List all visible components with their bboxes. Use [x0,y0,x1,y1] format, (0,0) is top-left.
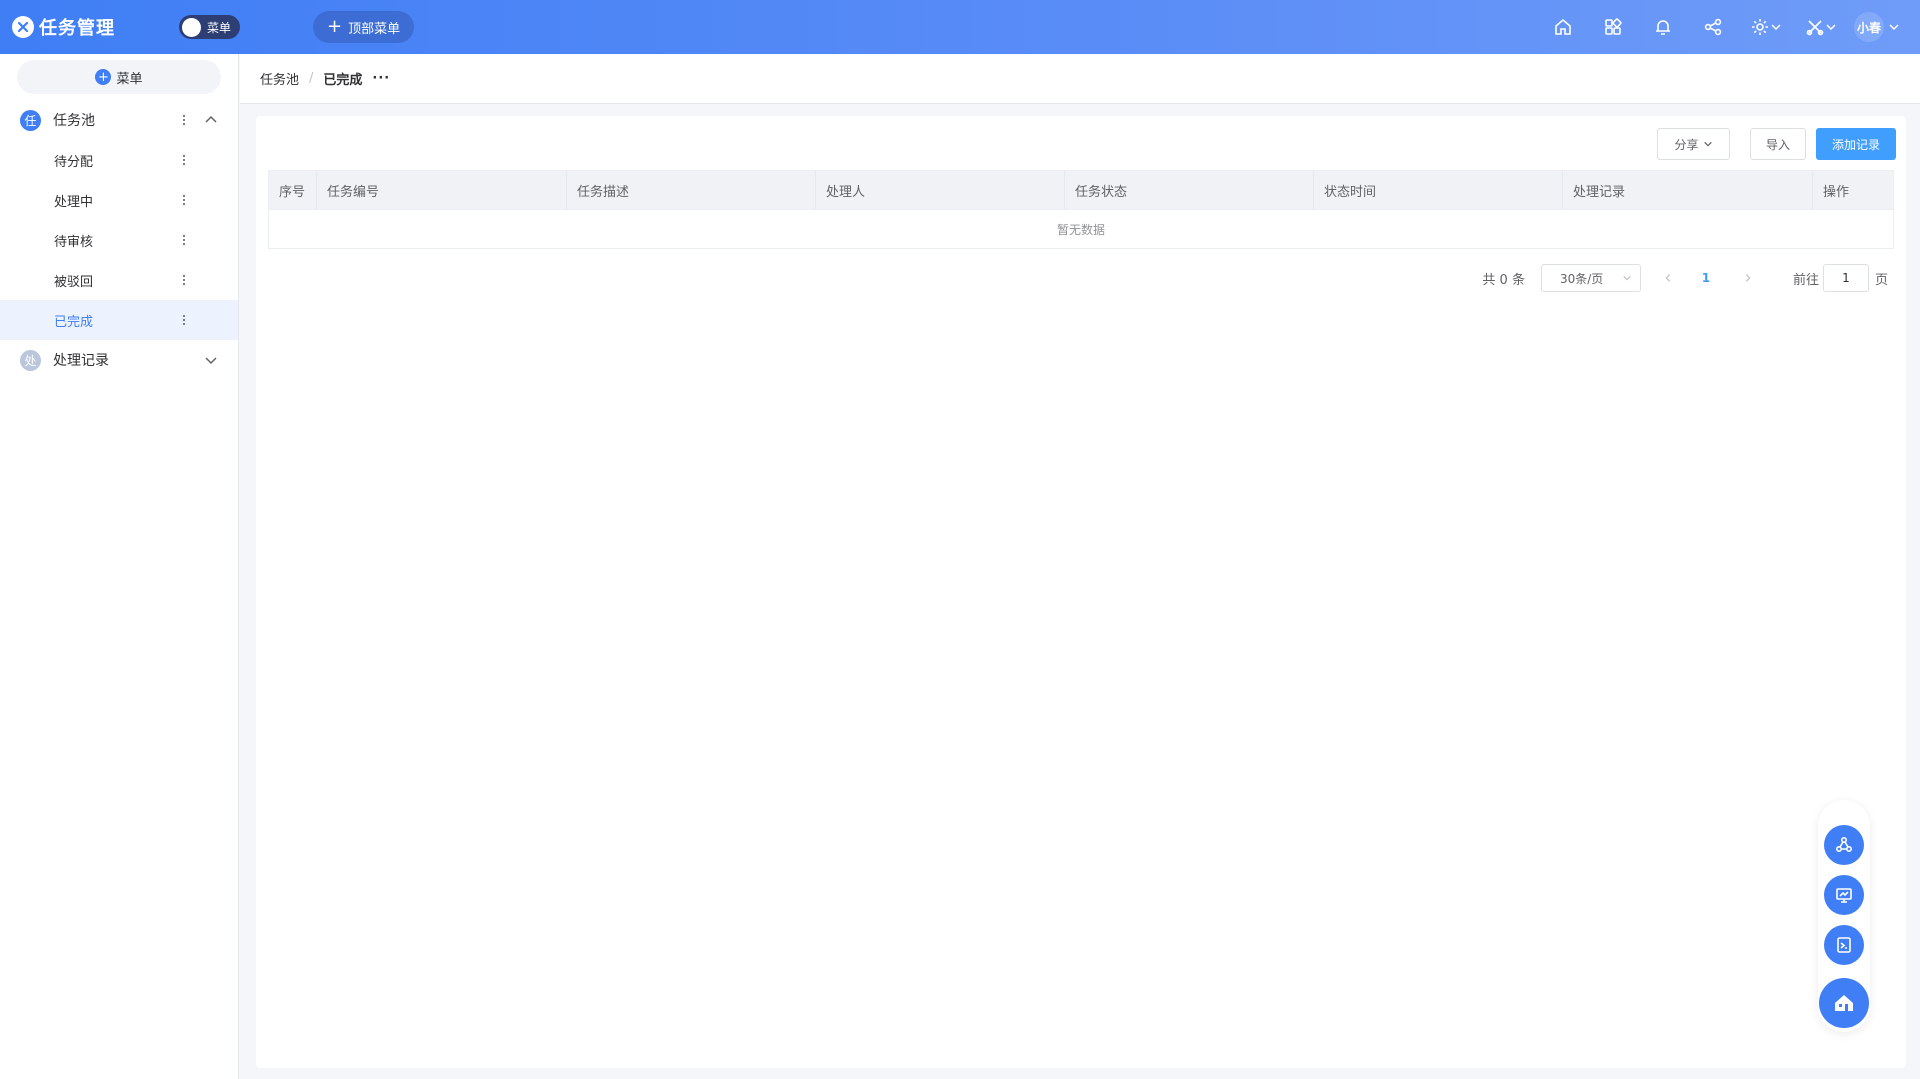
breadcrumb-more-button[interactable]: ··· [372,71,390,86]
column-header[interactable]: 序号 [269,171,317,209]
menu-toggle[interactable]: 菜单 [179,15,240,39]
goto-label: 前往 [1792,272,1819,288]
settings-menu[interactable] [1738,0,1793,54]
table-actions: 分享 导入 添加记录 [1637,128,1896,160]
page-number[interactable]: 1 [1691,271,1721,285]
tools-menu[interactable] [1793,0,1848,54]
page-suffix: 页 [1874,272,1888,288]
column-header[interactable]: 状态时间 [1314,171,1563,209]
sidebar-menu: 任 任务池 待分配 处理中 待审核 被驳回 已完成 处 处理记录 [0,100,238,380]
top-menu-button[interactable]: + 顶部菜单 [313,11,415,43]
breadcrumb-current: 已完成 [323,73,363,88]
column-header[interactable]: 任务状态 [1065,171,1314,209]
group-avatar: 任 [20,109,41,131]
share-label: 分享 [1674,137,1699,152]
chevron-down-icon [1623,275,1631,281]
toggle-knob [182,17,201,37]
breadcrumb-parent[interactable]: 任务池 [260,69,299,88]
building-icon [1835,995,1853,1011]
more-vertical-icon[interactable] [180,195,188,205]
add-menu-label: 菜单 [116,71,143,87]
workflow-button[interactable] [1824,825,1864,865]
sidebar-group-label: 任务池 [53,113,95,129]
breadcrumb: 任务池 / 已完成 ··· [240,54,1920,104]
share-button[interactable]: 分享 [1657,128,1730,160]
more-vertical-icon[interactable] [180,155,188,165]
records-table: 序号 任务编号 任务描述 处理人 任务状态 状态时间 处理记录 操作 暂无数据 [268,170,1894,249]
floating-toolbar [1818,800,1870,1032]
chevron-down-icon [1825,24,1836,31]
workflow-icon [1835,836,1853,853]
add-record-button[interactable]: 添加记录 [1816,128,1896,160]
chevron-down-icon [1770,24,1781,31]
group-avatar: 处 [20,349,41,371]
chevron-up-icon[interactable] [204,113,218,127]
column-header[interactable]: 任务描述 [567,171,816,209]
top-bar: 任务管理 菜单 + 顶部菜单 小春 [0,0,1920,54]
add-menu-button[interactable]: + 菜单 [17,60,221,94]
more-vertical-icon[interactable] [180,275,188,285]
main-card: 分享 导入 添加记录 序号 任务编号 任务描述 处理人 任务状态 状态时间 处理… [256,116,1906,1068]
more-vertical-icon[interactable] [180,315,188,325]
plus-circle-icon: + [95,69,112,85]
sidebar-item-label: 待分配 [54,154,94,170]
bell-icon[interactable] [1638,0,1688,54]
app-logo-icon [12,16,34,38]
chevron-down-icon [1889,24,1899,31]
sidebar-item-rejected[interactable]: 被驳回 [0,260,238,300]
empty-state: 暂无数据 [269,209,1893,248]
page-size-select[interactable]: 30条/页 [1540,264,1641,292]
home-icon[interactable] [1538,0,1588,54]
next-page-button[interactable] [1733,273,1763,283]
column-header[interactable]: 任务编号 [317,171,567,209]
share-icon[interactable] [1688,0,1738,54]
sidebar: + 菜单 任 任务池 待分配 处理中 待审核 被驳回 已完成 处 处理记录 [0,54,239,1079]
terminal-button[interactable] [1824,925,1864,965]
apps-grid-icon[interactable] [1588,0,1638,54]
chevron-right-icon [1745,274,1751,282]
sidebar-item-label: 已完成 [54,314,94,330]
more-vertical-icon[interactable] [180,115,188,125]
sidebar-item-label: 被驳回 [54,274,94,290]
gear-icon [1751,19,1768,35]
sidebar-item-label: 处理中 [54,194,94,210]
plus-icon: + [327,16,343,37]
toggle-label: 菜单 [207,20,232,35]
sidebar-item-pending-review[interactable]: 待审核 [0,220,238,260]
sidebar-group-label: 处理记录 [53,353,109,369]
top-menu-label: 顶部菜单 [348,21,401,37]
pagination: 共 0 条 30条/页 1 前往 1 页 [1482,264,1888,292]
column-header[interactable]: 处理人 [816,171,1065,209]
chevron-down-icon[interactable] [204,353,218,367]
column-header[interactable]: 处理记录 [1563,171,1813,209]
total-count: 共 0 条 [1482,272,1525,288]
table-header: 序号 任务编号 任务描述 处理人 任务状态 状态时间 处理记录 操作 [269,171,1893,209]
page-size-value: 30条/页 [1559,271,1604,286]
app-title: 任务管理 [39,18,115,39]
sidebar-group-task-pool[interactable]: 任 任务池 [0,100,238,140]
sidebar-item-label: 待审核 [54,234,94,250]
sidebar-group-process-records[interactable]: 处 处理记录 [0,340,238,380]
user-menu[interactable]: 小春 [1854,12,1900,42]
column-header[interactable]: 操作 [1813,171,1893,209]
sidebar-item-completed[interactable]: 已完成 [0,300,238,340]
home-fab-button[interactable] [1819,978,1869,1028]
tools-icon [1806,20,1823,36]
sidebar-item-processing[interactable]: 处理中 [0,180,238,220]
sidebar-item-pending-assign[interactable]: 待分配 [0,140,238,180]
import-button[interactable]: 导入 [1750,128,1806,160]
more-vertical-icon[interactable] [180,235,188,245]
prev-page-button[interactable] [1653,273,1683,283]
chevron-left-icon [1665,274,1671,282]
goto-page-input[interactable]: 1 [1822,264,1869,292]
chevron-down-icon [1703,141,1712,147]
avatar: 小春 [1854,12,1884,42]
dashboard-button[interactable] [1824,875,1864,915]
terminal-icon [1837,937,1851,953]
presentation-chart-icon [1836,888,1852,903]
app-logo[interactable]: 任务管理 [12,14,167,40]
breadcrumb-separator: / [309,71,314,86]
